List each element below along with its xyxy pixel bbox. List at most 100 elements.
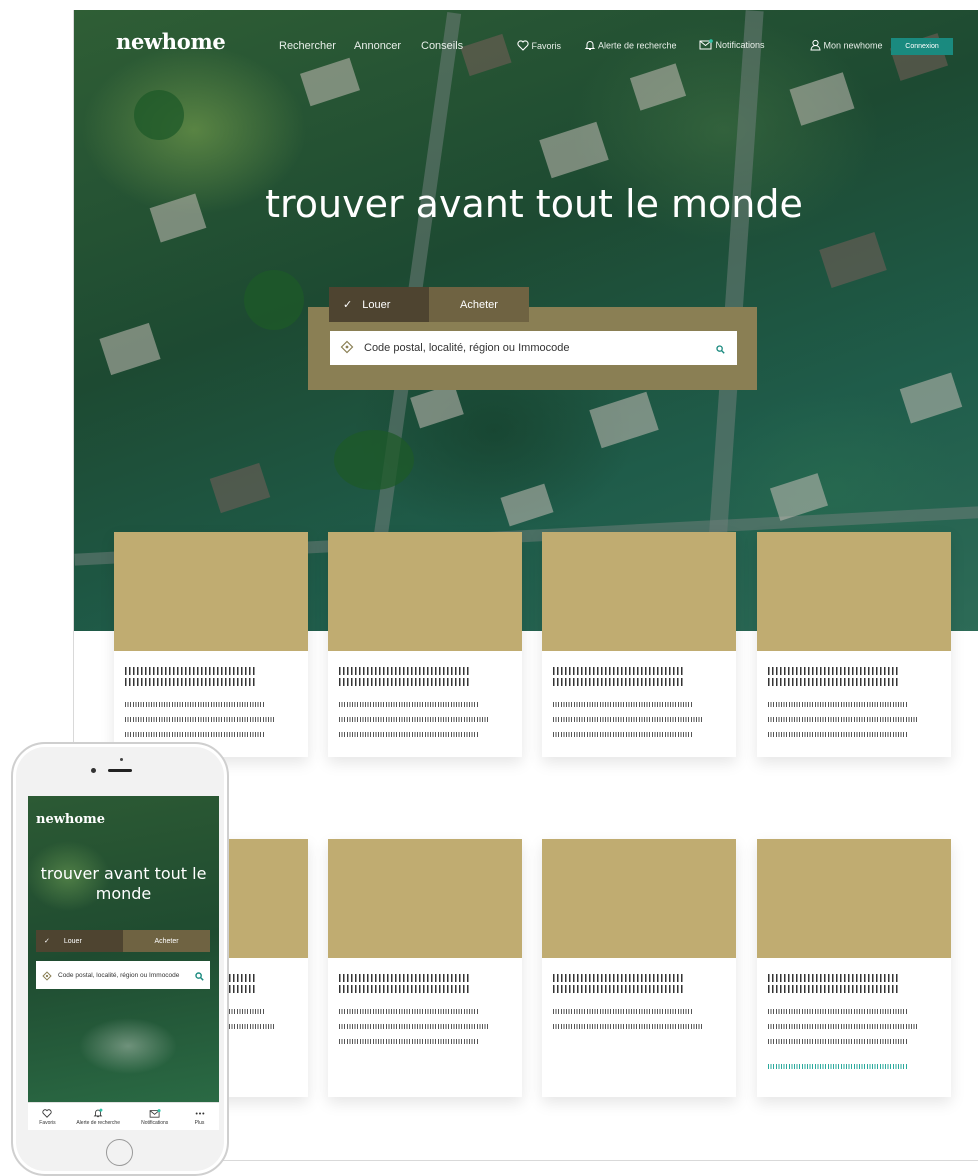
aerial-roof xyxy=(99,322,161,376)
listing-text-placeholder xyxy=(553,1009,693,1014)
mobile-tabbar-alerte-label: Alerte de recherche xyxy=(76,1120,120,1126)
mobile-hero-title: trouver avant tout le monde xyxy=(40,864,207,903)
aerial-roof xyxy=(209,462,271,514)
listing-title-placeholder xyxy=(339,985,471,993)
aerial-roof xyxy=(899,372,963,424)
listing-title-placeholder xyxy=(339,667,471,675)
aerial-roof xyxy=(539,121,609,179)
listing-text-placeholder xyxy=(768,1039,908,1044)
connexion-button[interactable]: Connexion xyxy=(891,38,953,55)
mobile-newhome-logo[interactable]: newhome xyxy=(36,812,105,827)
listing-card[interactable] xyxy=(542,532,736,757)
listing-text-placeholder xyxy=(339,717,489,722)
phone-speaker xyxy=(108,769,132,772)
aerial-tree xyxy=(334,430,414,490)
listing-title-placeholder xyxy=(339,974,471,982)
mobile-tab-louer[interactable]: ✓ Louer xyxy=(36,930,123,952)
listing-text-placeholder xyxy=(339,702,479,707)
mobile-tabbar-plus[interactable]: Plus xyxy=(180,1103,219,1130)
location-target-icon xyxy=(42,966,52,985)
listing-card[interactable] xyxy=(328,532,522,757)
tab-acheter[interactable]: Acheter xyxy=(429,287,529,322)
listing-title-placeholder xyxy=(768,985,900,993)
search-icon[interactable] xyxy=(716,339,725,358)
tab-louer[interactable]: ✓ Louer xyxy=(329,287,429,322)
aerial-roof xyxy=(819,232,887,288)
listing-image-placeholder xyxy=(328,532,522,651)
listing-card[interactable] xyxy=(542,839,736,1097)
listing-title-placeholder xyxy=(553,678,685,686)
listing-text-placeholder xyxy=(553,1024,703,1029)
listing-title-placeholder xyxy=(553,974,685,982)
mobile-screen: newhome trouver avant tout le monde ✓ Lo… xyxy=(28,796,219,1130)
nav-alerte-recherche[interactable]: Alerte de recherche xyxy=(584,39,677,53)
nav-alerte-label: Alerte de recherche xyxy=(598,40,677,51)
search-icon[interactable] xyxy=(195,966,204,985)
phone-camera xyxy=(91,768,96,773)
heart-icon xyxy=(42,1108,53,1120)
mobile-tabbar-favoris[interactable]: Favoris xyxy=(28,1103,67,1130)
mobile-search-placeholder: Code postal, localité, région ou Immocod… xyxy=(58,971,180,979)
aerial-roof xyxy=(789,72,855,126)
mobile-tab-acheter[interactable]: Acheter xyxy=(123,930,210,952)
mobile-tabbar-favoris-label: Favoris xyxy=(39,1119,56,1126)
mobile-tab-louer-label: Louer xyxy=(63,937,82,945)
listing-text-placeholder xyxy=(553,732,693,737)
aerial-roof xyxy=(460,33,512,77)
listing-text-placeholder xyxy=(339,732,479,737)
listing-text-placeholder xyxy=(339,1009,479,1014)
listing-text-placeholder xyxy=(553,717,703,722)
mobile-tab-bar: Favoris Alerte de recherche Notification… xyxy=(28,1102,219,1130)
mobile-tabbar-notifications[interactable]: Notifications xyxy=(129,1103,180,1130)
newhome-logo[interactable]: newhome xyxy=(116,29,226,54)
heart-icon xyxy=(517,40,529,53)
nav-favoris-label: Favoris xyxy=(531,40,562,51)
listing-text-placeholder xyxy=(768,1009,908,1014)
aerial-tree xyxy=(244,270,304,330)
search-placeholder: Code postal, localité, région ou Immocod… xyxy=(364,342,570,354)
listing-card[interactable] xyxy=(757,839,951,1097)
listing-card[interactable] xyxy=(757,532,951,757)
listing-title-placeholder xyxy=(553,985,685,993)
listing-image-placeholder xyxy=(542,839,736,958)
nav-conseils[interactable]: Conseils xyxy=(421,40,463,52)
listing-text-placeholder xyxy=(125,717,275,722)
aerial-roof xyxy=(500,483,554,527)
tab-louer-label: Louer xyxy=(362,298,391,311)
bell-icon xyxy=(584,39,596,53)
nav-rechercher[interactable]: Rechercher xyxy=(279,40,336,52)
nav-notifications[interactable]: Notifications xyxy=(699,39,765,52)
location-target-icon xyxy=(340,339,354,358)
bell-icon xyxy=(93,1108,103,1120)
listing-image-placeholder xyxy=(757,839,951,958)
nav-mon-newhome[interactable]: Mon newhome xyxy=(810,39,883,53)
listing-image-placeholder xyxy=(114,532,308,651)
aerial-roof xyxy=(589,391,659,449)
mobile-search-input[interactable]: Code postal, localité, région ou Immocod… xyxy=(36,961,210,989)
user-icon xyxy=(810,39,821,53)
aerial-roof xyxy=(300,57,360,107)
listing-text-placeholder xyxy=(553,702,693,707)
listing-link-placeholder[interactable] xyxy=(768,1064,908,1069)
listing-title-placeholder xyxy=(125,678,257,686)
listing-text-placeholder xyxy=(768,717,918,722)
listing-text-placeholder xyxy=(768,1024,918,1029)
listing-card[interactable] xyxy=(114,532,308,757)
listing-title-placeholder xyxy=(768,667,900,675)
search-input[interactable]: Code postal, localité, région ou Immocod… xyxy=(330,331,737,365)
listing-text-placeholder xyxy=(339,1039,479,1044)
aerial-roof xyxy=(410,383,464,429)
listing-title-placeholder xyxy=(339,678,471,686)
envelope-icon xyxy=(149,1108,161,1120)
listing-image-placeholder xyxy=(328,839,522,958)
mobile-check-icon: ✓ xyxy=(44,938,50,945)
mobile-tabbar-alerte[interactable]: Alerte de recherche xyxy=(67,1103,129,1130)
nav-annoncer[interactable]: Annoncer xyxy=(354,40,401,52)
mobile-tabbar-notifications-label: Notifications xyxy=(141,1119,169,1126)
listing-text-placeholder xyxy=(125,702,265,707)
listing-title-placeholder xyxy=(553,667,685,675)
nav-favoris[interactable]: Favoris xyxy=(517,40,561,53)
nav-notifications-label: Notifications xyxy=(715,39,765,50)
listing-card[interactable] xyxy=(328,839,522,1097)
check-icon: ✓ xyxy=(343,299,353,311)
